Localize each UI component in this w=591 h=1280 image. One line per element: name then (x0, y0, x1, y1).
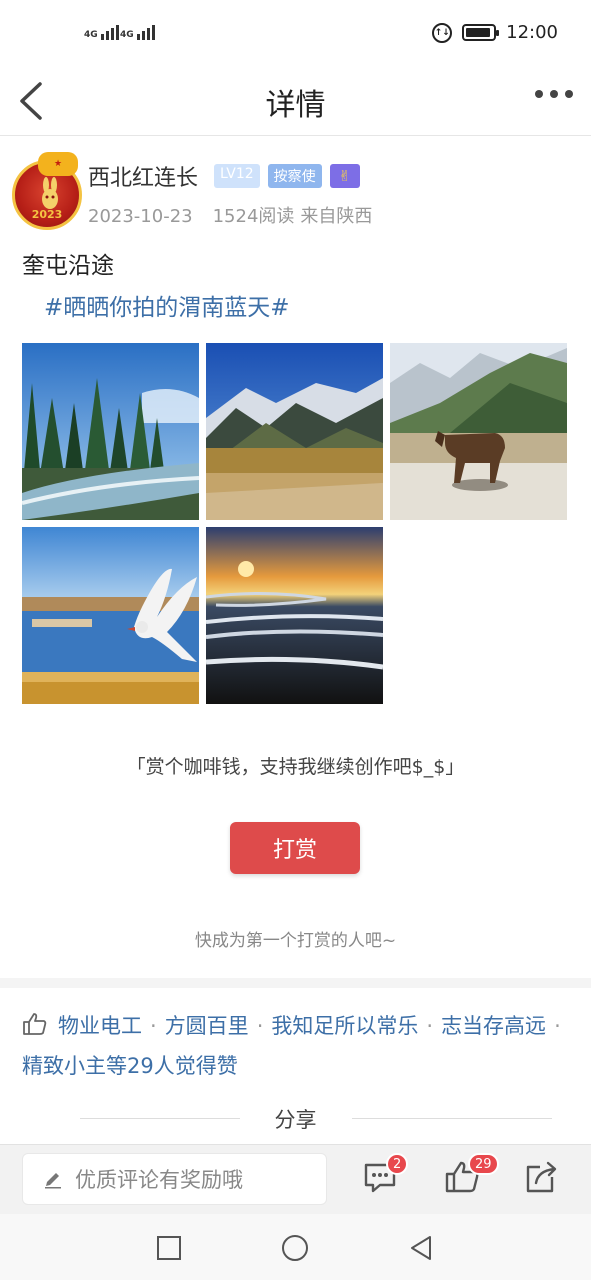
level-badge: LV12 (214, 164, 260, 188)
status-right: ↑↓ 12:00 (432, 22, 558, 43)
top-nav-bar: 详情 (0, 66, 591, 136)
forest-river-photo[interactable] (22, 343, 199, 520)
post-source: 来自陕西 (300, 206, 373, 227)
liker-link[interactable]: 方圆百里 (165, 1014, 249, 1038)
recents-button[interactable] (155, 1234, 183, 1262)
liker-link[interactable]: 我知足所以常乐 (271, 1014, 418, 1038)
liker-link[interactable]: 志当存高远 (441, 1014, 546, 1038)
post-detail-page: 4G 4G ↑↓ 12:00 详情 2023 ★ 西北红连长 LV12 按察使 … (0, 0, 591, 1280)
circle-icon (282, 1235, 308, 1261)
comment-placeholder: 优质评论有奖励哦 (75, 1168, 243, 1192)
post-date: 2023-10-23 (88, 206, 193, 227)
reward-hint: 快成为第一个打赏的人吧~ (194, 931, 397, 951)
role-badge: 按察使 (267, 164, 322, 188)
bottom-action-bar: 优质评论有奖励哦 2 29 (0, 1144, 591, 1214)
liker-link[interactable]: 精致小主 (22, 1054, 106, 1078)
comment-count-badge: 2 (386, 1153, 409, 1175)
author-tags: LV12 按察使 ✌ (214, 164, 360, 188)
topic-hashtag-link[interactable]: #晒晒你拍的渭南蓝天# (44, 288, 290, 322)
home-button[interactable] (281, 1234, 309, 1262)
author-header: 2023 ★ 西北红连长 LV12 按察使 ✌ 2023-10-23 1524阅读… (10, 152, 585, 234)
share-divider-right (352, 1118, 552, 1119)
share-icon (526, 1161, 557, 1193)
seagull-lake-photo[interactable] (22, 527, 199, 704)
network-type-label: 4G (84, 30, 98, 40)
mountain-valley-photo[interactable] (206, 343, 383, 520)
comment-button[interactable]: 2 (362, 1153, 409, 1195)
page-title: 详情 (265, 88, 326, 123)
avatar-year: 2023 (31, 208, 63, 221)
like-count-badge: 29 (468, 1153, 499, 1175)
post-meta: 2023-10-23 1524阅读 来自陕西 (88, 202, 392, 228)
share-button[interactable] (524, 1159, 560, 1195)
sunset-river-photo[interactable] (206, 527, 383, 704)
clock: 12:00 (506, 22, 558, 43)
rabbit-icon (42, 177, 58, 209)
status-bar: 4G 4G ↑↓ 12:00 (0, 0, 591, 66)
share-section: 分享 (0, 1100, 591, 1136)
reward-prompt: 「赏个咖啡钱，支持我继续创作吧$_$」 (126, 756, 465, 778)
reward-button[interactable]: 打赏 (230, 822, 360, 874)
thumbs-up-icon (23, 1013, 47, 1035)
more-dots-icon[interactable] (535, 90, 573, 98)
author-name[interactable]: 西北红连长 (88, 160, 198, 192)
avatar-badge-icon: ★ (38, 152, 78, 176)
comment-input[interactable]: 优质评论有奖励哦 (22, 1153, 327, 1205)
avatar[interactable]: 2023 ★ (10, 152, 86, 230)
read-count: 1524阅读 (212, 206, 295, 227)
signal-strength-1: 4G (84, 22, 119, 40)
signal-bars-icon (136, 22, 155, 40)
likes-summary: 物业电工 · 方圆百里 · 我知足所以常乐 · 志当存高远 ·精致小主等29人觉得赞 (22, 1013, 561, 1078)
triangle-back-icon (411, 1236, 431, 1260)
square-icon (157, 1236, 181, 1260)
section-divider (0, 978, 591, 988)
pen-icon (45, 1173, 61, 1189)
data-saver-icon: ↑↓ (432, 22, 453, 43)
share-label: 分享 (274, 1108, 317, 1132)
back-nav-button[interactable] (407, 1234, 435, 1262)
cow-grassland-photo[interactable] (390, 343, 567, 520)
network-type-label: 4G (120, 30, 134, 40)
battery-icon (462, 24, 500, 41)
system-navigation-bar (0, 1214, 591, 1280)
signal-strength-2: 4G (120, 22, 155, 40)
victory-hand-icon: ✌ (329, 164, 360, 188)
post-title: 奎屯沿途 (22, 253, 114, 279)
like-button[interactable]: 29 (444, 1153, 499, 1195)
likes-suffix: 等29人觉得赞 (106, 1054, 238, 1078)
signal-bars-icon (100, 22, 119, 40)
liker-link[interactable]: 物业电工 (58, 1014, 142, 1038)
